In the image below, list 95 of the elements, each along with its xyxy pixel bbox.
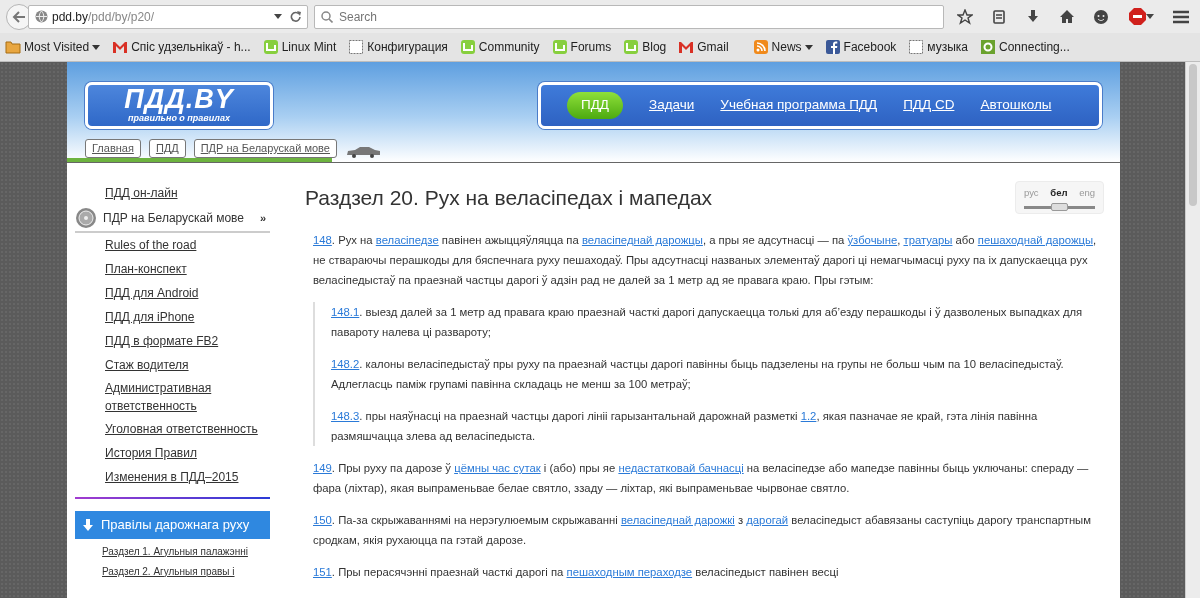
bookmark-item[interactable]: Most Visited xyxy=(4,38,102,56)
chevron-mark: » xyxy=(259,210,266,226)
language-option[interactable]: бел xyxy=(1050,186,1068,201)
sidebar-link[interactable]: История Правил xyxy=(105,444,197,462)
menu-icon xyxy=(1173,9,1189,24)
clause-link[interactable]: тратуары xyxy=(903,234,953,246)
sidebar-link[interactable]: Административная ответственность xyxy=(105,379,270,415)
ring-square-icon xyxy=(980,39,996,55)
clause-link[interactable]: 148 xyxy=(313,234,332,246)
clause-link[interactable]: веласіпеднай дарожцы xyxy=(581,234,703,246)
leaf-square-icon xyxy=(459,39,476,55)
reload-icon xyxy=(290,11,301,22)
breadcrumb-link[interactable]: ПДР на Беларускай мове xyxy=(193,139,337,158)
sidebar-link[interactable]: ПДД он-лайн xyxy=(105,184,178,202)
nav-link[interactable]: ПДД CD xyxy=(903,95,955,116)
dropdown-caret-icon xyxy=(274,14,282,19)
clause-text: 150. Па-за скрыжаваннямі на нерэгулюемым скрыжаванні веласіпеднай дарожкі з дарогай веласіпедыст абавязаны саступіць дарогу транспартным сродкам, якія рухаюцца па гэтай дарозе. xyxy=(313,513,1092,548)
chapter-link[interactable]: Раздзел 1. Агульныя палажэнні xyxy=(75,538,270,559)
bookmark-item[interactable]: Blog xyxy=(622,38,668,56)
clause-link[interactable]: недастатковай бачнасці xyxy=(618,462,744,474)
sidebar-link[interactable]: План-конспект xyxy=(105,260,187,278)
leaf-square-icon xyxy=(262,39,279,55)
clause-text: 151. Пры перасячэнні праезнай часткі дарогі па пешаходным пераходзе веласіпедыст павінен весці xyxy=(313,565,840,580)
clause-link[interactable]: 150 xyxy=(313,514,332,526)
bookmark-item[interactable]: Forums xyxy=(550,38,613,56)
bookmark-item[interactable]: Community xyxy=(458,38,541,56)
car-icon xyxy=(344,145,381,158)
scrollbar[interactable] xyxy=(1185,62,1200,598)
sidebar-link[interactable]: Изменения в ПДД–2015 xyxy=(105,468,239,486)
bookmark-item[interactable]: Facebook xyxy=(823,38,898,56)
clause-link[interactable]: цёмны час сутак xyxy=(454,462,541,474)
clause-text: 148.1. выезд далей за 1 метр ад правага краю праезнай часткі дарогі дапускаецца толькі для аб’езду перашкоды і ў дазволеных выпадках для павароту налева ці развароту; xyxy=(331,305,1084,340)
url-host: pdd.by xyxy=(52,9,89,24)
address-field[interactable]: pdd.by/pdd/by/p20/ xyxy=(28,4,308,29)
bookmark-item[interactable]: Gmail xyxy=(677,38,730,56)
bookmark-item[interactable]: музыка xyxy=(907,38,969,56)
wheel-icon xyxy=(75,207,97,229)
clause-text: 148.2. калоны веласіпедыстаў пры руху па праезнай частцы дарогі павінны быць падзелены на групы не больш чым па 10 веласіпедыстаў. Адлегласць паміж групамі павінна складаць не менш за 100 метраў; xyxy=(331,357,1065,392)
sidebar-link[interactable]: ПДД в формате FB2 xyxy=(105,332,219,350)
bookmark-item[interactable]: Конфигурация xyxy=(347,38,449,56)
blank-page-icon xyxy=(908,39,925,55)
chapter-link[interactable]: Раздзел 2. Агульныя правы і xyxy=(75,558,270,579)
clause-link[interactable]: веласіпедзе xyxy=(375,234,439,246)
url-path: /pdd/by/p20/ xyxy=(88,9,155,24)
clause-link[interactable]: 149 xyxy=(313,462,332,474)
bookmark-item[interactable]: News xyxy=(751,38,814,56)
bookmark-item[interactable]: Linux Mint xyxy=(261,38,338,56)
leaf-square-icon xyxy=(623,39,640,55)
nav-link[interactable]: Задачи xyxy=(649,95,695,116)
leaf-square-icon xyxy=(551,39,568,55)
clause-link[interactable]: пешаходным пераходзе xyxy=(566,566,693,578)
sidebar-link[interactable]: Rules of the road xyxy=(105,236,197,254)
dropdown-caret-icon xyxy=(804,44,813,50)
clause-link[interactable]: дарогай xyxy=(746,514,789,526)
search-icon xyxy=(321,10,333,23)
sidebar-link[interactable]: ПДД для Android xyxy=(105,284,199,302)
breadcrumb-link[interactable]: Главная xyxy=(85,139,141,158)
blank-page-icon xyxy=(348,39,365,55)
search-field[interactable]: Search xyxy=(314,4,944,29)
bookmark-item[interactable]: Спіс удзельнікаў - h... xyxy=(111,38,252,56)
rss-icon xyxy=(752,39,769,55)
breadcrumb-link[interactable]: ПДД xyxy=(148,139,186,158)
clause-link[interactable]: веласіпеднай дарожкі xyxy=(620,514,735,526)
folder-icon xyxy=(5,39,21,55)
down-arrow-icon xyxy=(83,518,93,531)
f-square-icon xyxy=(824,39,841,55)
section-title: Правілы дарожнага руху xyxy=(101,516,250,534)
back-arrow-icon xyxy=(12,10,26,23)
clipboard-icon xyxy=(991,8,1007,25)
clause-link[interactable]: 151 xyxy=(313,566,332,578)
sidebar-link[interactable]: Уголовная ответственность xyxy=(105,420,258,438)
page-title: Раздзел 20. Рух на веласіпедах і мапедах xyxy=(305,185,713,211)
nav-link[interactable]: Учебная программа ПДД xyxy=(720,95,878,116)
site-logo[interactable]: ПДД.BY правильно о правилах xyxy=(85,82,273,129)
slider-handle[interactable] xyxy=(1050,203,1068,212)
nav-link[interactable]: Автошколы xyxy=(980,95,1052,116)
mail-m-icon xyxy=(678,39,695,55)
section-header[interactable]: Правілы дарожнага руху xyxy=(75,511,270,539)
clause-text: 148. Рух на веласіпедзе павінен ажыццяўляцца па веласіпеднай дарожцы, а пры яе адсутнасці — па ўзбочыне, тратуары або пешаходнай дарожцы, не ствараючы перашкоды для бяспечнага руху пешаходаў. Пры адсутнасці названых элементаў дарогі ці немагчымасці руху па іх дапускаецца рух веласіпедыстаў па праезнай частцы дарогі ў адзін рад не далей за 1 метр ад яе правага краю. Пры гэтым: xyxy=(313,233,1098,288)
chat-face-icon xyxy=(1093,8,1109,25)
logo-title: ПДД.BY xyxy=(123,85,236,113)
home-icon xyxy=(1059,8,1075,25)
dropdown-caret-icon xyxy=(1145,14,1154,19)
sidebar-link[interactable]: ПДД для iPhone xyxy=(105,308,195,326)
logo-tagline: правильно о правилах xyxy=(128,113,230,123)
globe-icon xyxy=(35,10,48,23)
dropdown-caret-icon xyxy=(92,44,101,50)
mail-m-icon xyxy=(112,39,129,55)
bookmark-item[interactable]: Connecting... xyxy=(979,38,1071,56)
sidebar-link[interactable]: Стаж водителя xyxy=(105,356,189,374)
sidebar-link[interactable]: ПДР на Беларускай мове xyxy=(103,209,245,227)
bookmark-star-icon xyxy=(957,8,973,25)
stop-sign-icon xyxy=(1128,8,1146,25)
clause-text: 148.3. пры наяўнасці на праезнай частцы дарогі лініі гарызантальнай дарожнай разметкі 1.2, якая пазначае яе край, гэта лінія павінна размяшчацца злева ад веласіпедыста. xyxy=(331,409,1039,444)
clause-text: 149. Пры руху па дарозе ў цёмны час сутак і (або) пры яе недастатковай бачнасці на веласіпедзе або мапедзе павінны быць уключаны: спераду — фара (ліхтар), якая выпраменьвае белае святло, ззаду — ліхтар, які выпраменьвае чырвонае святло. xyxy=(313,461,1090,496)
